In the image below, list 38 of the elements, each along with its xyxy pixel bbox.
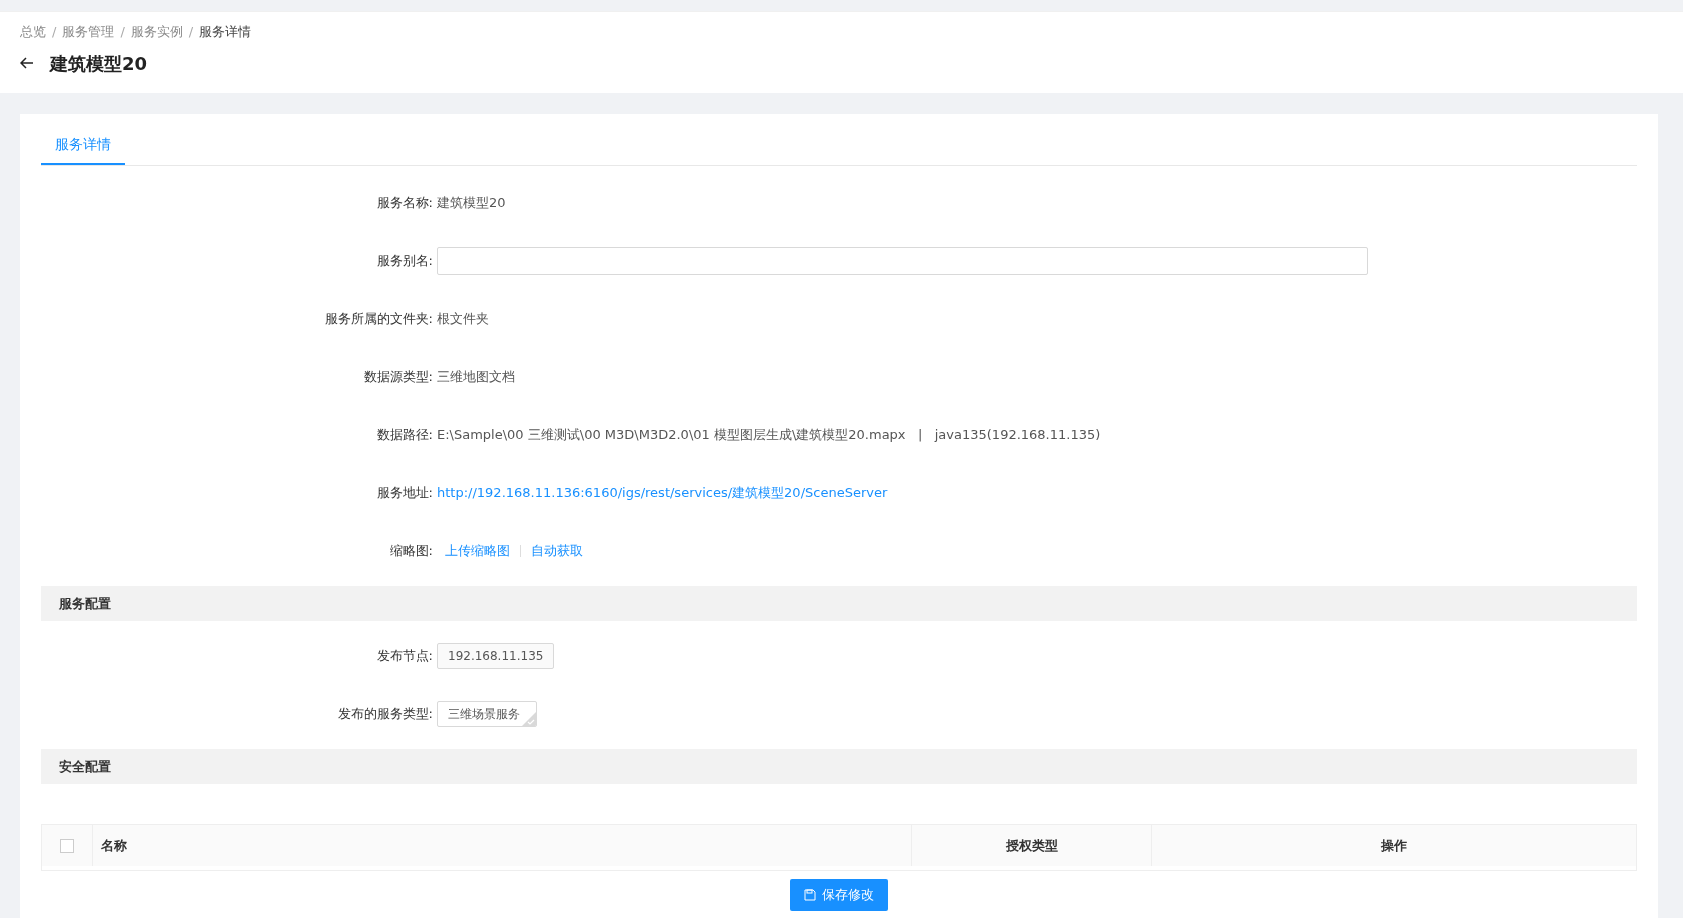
column-header: 操作 [1152,825,1636,866]
section-header: 安全配置 [41,749,1637,784]
save-icon [804,888,816,901]
field-label: 服务所属的文件夹: [323,310,434,329]
breadcrumb-separator: / [120,23,125,41]
text-input[interactable] [437,247,1368,275]
back-arrow-icon[interactable] [20,57,34,69]
field-label: 缩略图: [388,542,434,561]
checkbox[interactable] [60,838,74,853]
save-button[interactable]: 保存修改 [790,879,888,911]
field-label: 服务别名: [375,252,434,271]
field-label: 发布的服务类型: [336,705,434,724]
tab[interactable]: 服务详情 [41,126,125,165]
breadcrumb-separator: / [52,23,57,41]
breadcrumb-separator: / [188,23,194,41]
breadcrumb-current: 服务详情 [199,23,252,41]
field-value: 建筑模型20 [437,194,506,213]
field-label: 服务名称: [375,194,434,213]
service-url-link[interactable]: http://192.168.11.136:6160/igs/rest/services/建筑模型20/SceneServer [437,483,888,503]
field-label: 数据源类型: [362,368,434,387]
field-value: 根文件夹 [437,310,489,329]
field-label: 发布节点: [375,647,434,666]
breadcrumb-link[interactable]: 总览 [20,22,46,42]
field-value: E:\Sample\00 三维测试\00 M3D\M3D2.0\01 模型图层生成\建筑模型20.mapx | java135(192.168.11.135) [437,426,1101,445]
column-header: 授权类型 [912,825,1152,866]
field-value: 三维地图文档 [437,368,515,387]
option-tag[interactable]: 三维场景服务 [437,701,537,727]
breadcrumb-link[interactable]: 服务管理 [62,22,115,42]
field-label: 服务地址: [375,484,434,503]
page-title: 建筑模型20 [50,51,148,76]
field-label: 数据路径: [375,426,434,445]
option-tag[interactable]: 192.168.11.135 [437,643,555,669]
check-corner-icon [522,712,536,726]
action-link[interactable]: 自动获取 [531,541,583,561]
breadcrumb-link[interactable]: 服务实例 [130,22,183,42]
column-header: 名称 [93,825,912,866]
action-link[interactable]: 上传缩略图 [445,541,510,561]
section-header: 服务配置 [41,586,1637,621]
